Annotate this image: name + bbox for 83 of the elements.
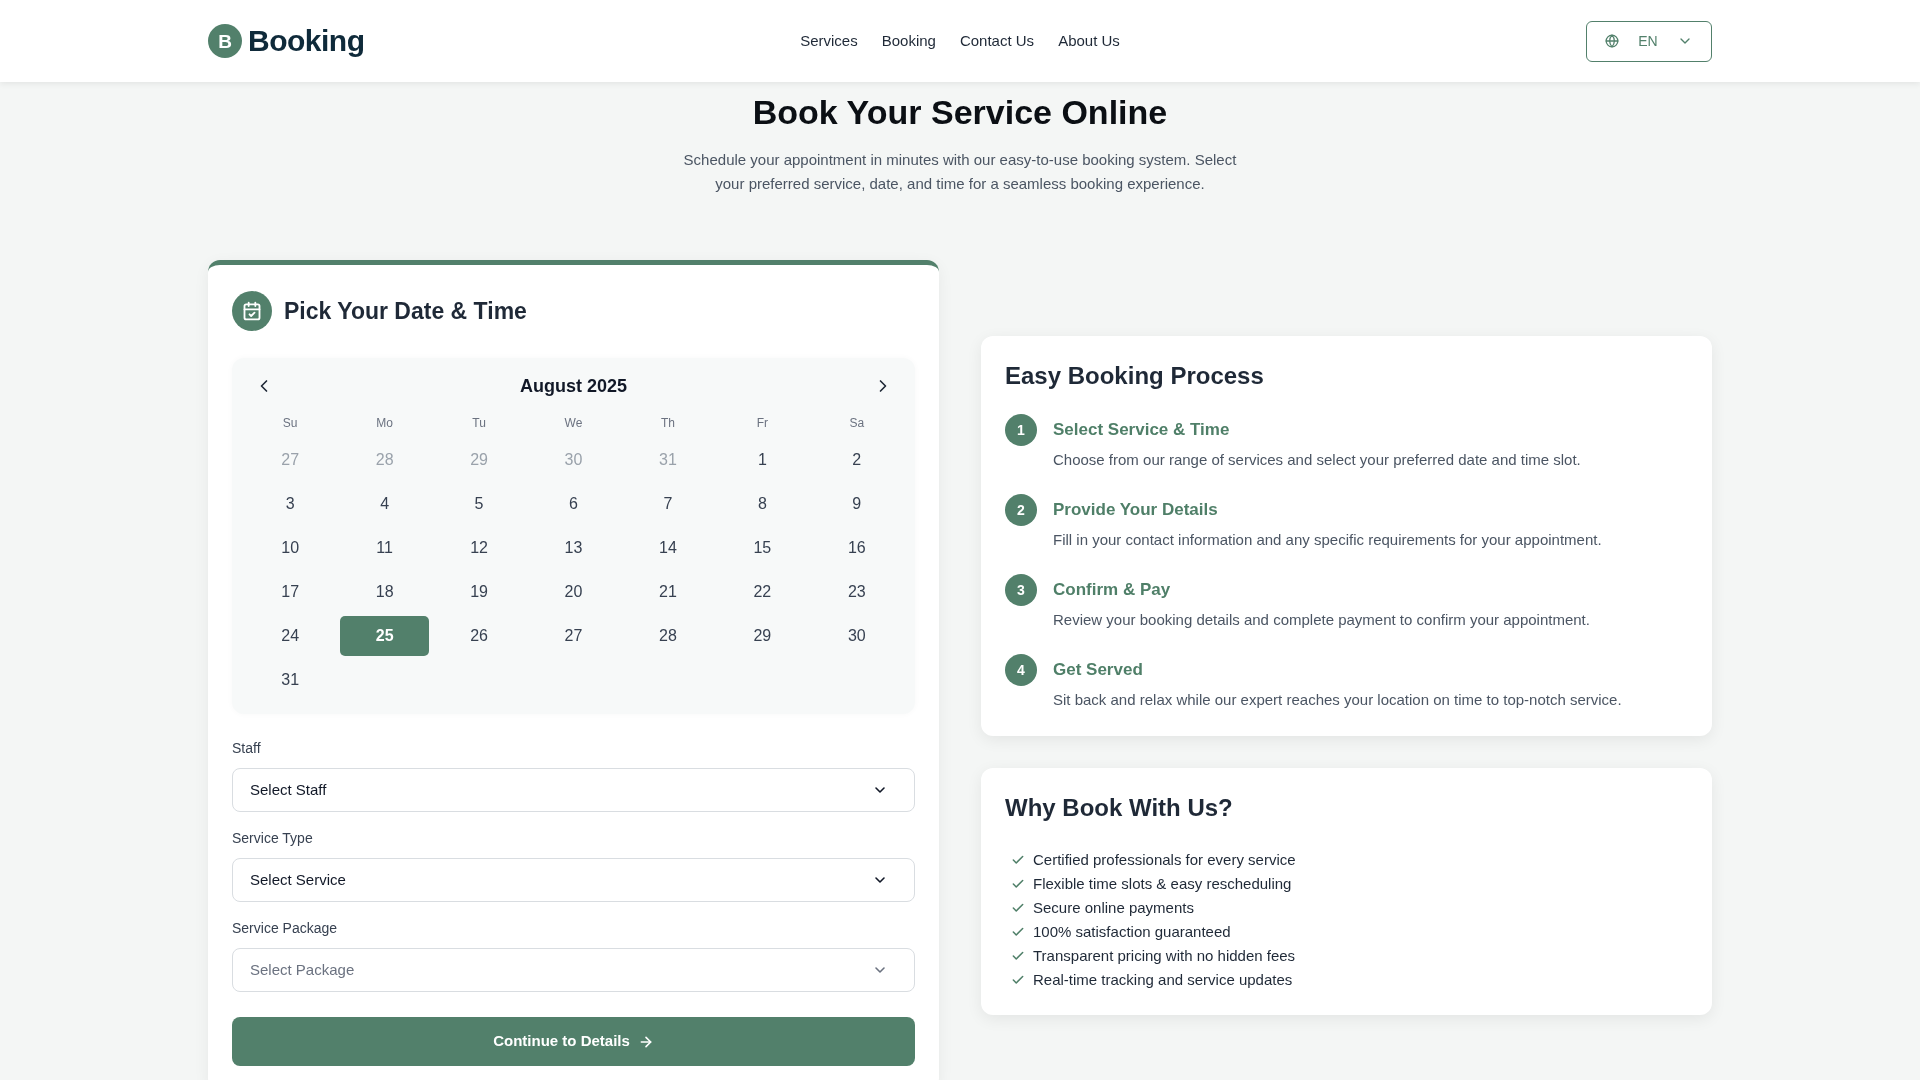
calendar-day[interactable]: 16 xyxy=(812,528,901,568)
calendar-day[interactable]: 11 xyxy=(340,528,429,568)
calendar-day[interactable]: 20 xyxy=(529,572,618,612)
calendar-day[interactable]: 17 xyxy=(246,572,335,612)
select-field[interactable]: Select Service xyxy=(232,858,915,902)
check-icon xyxy=(1011,901,1025,915)
field-label: Service Type xyxy=(232,829,314,848)
step-title: Provide Your Details xyxy=(1053,499,1219,521)
page-subtitle: Schedule your appointment in minutes with our easy-to-use booking system. Select your preferred service, date, and time for a seamless booking experience. xyxy=(682,150,1238,194)
calendar-day[interactable]: 2 xyxy=(812,440,901,480)
benefit-text: Certified professionals for every service xyxy=(1033,850,1296,870)
calendar-day[interactable]: 4 xyxy=(340,484,429,524)
step-number: 2 xyxy=(1005,494,1037,526)
weekday-label: Sa xyxy=(848,415,866,432)
calendar-day[interactable]: 29 xyxy=(718,616,807,656)
calendar-day[interactable]: 7 xyxy=(623,484,713,524)
logo-mark: B xyxy=(208,24,242,58)
page-title: Book Your Service Online xyxy=(752,92,1168,133)
check-icon xyxy=(1011,877,1025,891)
nav-link[interactable]: Booking xyxy=(881,29,936,53)
check-icon xyxy=(1011,973,1025,987)
nav-link[interactable]: About Us xyxy=(1058,29,1120,53)
calendar-day[interactable]: 22 xyxy=(718,572,807,612)
weekday-label: Th xyxy=(659,415,676,432)
continue-button[interactable]: Continue to Details xyxy=(232,1017,915,1066)
calendar-day[interactable]: 13 xyxy=(529,528,618,568)
weekday-label: Tu xyxy=(471,415,487,432)
check-icon xyxy=(1011,949,1025,963)
check-icon xyxy=(1011,925,1025,939)
calendar-day[interactable]: 27 xyxy=(529,616,618,656)
calendar-day[interactable]: 14 xyxy=(623,528,713,568)
weekday-label: Su xyxy=(281,415,299,432)
benefit-text: Secure online payments xyxy=(1033,898,1194,918)
nav-link[interactable]: Contact Us xyxy=(959,29,1035,53)
calendar-day[interactable]: 12 xyxy=(434,528,524,568)
calendar-day[interactable]: 6 xyxy=(529,484,618,524)
benefit-text: 100% satisfaction guaranteed xyxy=(1033,922,1231,942)
field-label: Service Package xyxy=(232,919,339,938)
calendar-day[interactable]: 5 xyxy=(434,484,524,524)
step-title: Confirm & Pay xyxy=(1053,579,1172,601)
step-number: 3 xyxy=(1005,574,1037,606)
calendar-day[interactable]: 31 xyxy=(246,660,335,700)
step-number: 4 xyxy=(1005,654,1037,686)
calendar-day[interactable]: 24 xyxy=(246,616,335,656)
calendar-month: August 2025 xyxy=(519,374,627,398)
card-title: Easy Booking Process xyxy=(1005,361,1265,391)
calendar-day[interactable]: 21 xyxy=(623,572,713,612)
field-label: Staff xyxy=(232,739,262,758)
nav-link[interactable]: Services xyxy=(800,29,858,53)
weekday-label: We xyxy=(563,415,584,432)
step-description: Sit back and relax while our expert reaches your location on time to top-notch service. xyxy=(1053,690,1622,710)
benefit-text: Transparent pricing with no hidden fees xyxy=(1033,946,1296,966)
benefit-text: Flexible time slots & easy rescheduling xyxy=(1033,874,1292,894)
step-title: Get Served xyxy=(1053,659,1144,681)
step-title: Select Service & Time xyxy=(1053,419,1231,441)
logo-text: Booking xyxy=(248,23,365,59)
calendar-day[interactable]: 25 xyxy=(340,616,429,656)
globe-icon xyxy=(1605,34,1619,48)
calendar-day[interactable]: 10 xyxy=(246,528,335,568)
card-title: Pick Your Date & Time xyxy=(284,296,527,326)
benefit-text: Real-time tracking and service updates xyxy=(1033,970,1293,990)
step-description: Review your booking details and complete payment to confirm your appointment. xyxy=(1053,610,1590,630)
card-title: Why Book With Us? xyxy=(1005,793,1234,823)
calendar-day[interactable]: 30 xyxy=(812,616,901,656)
calendar-day[interactable]: 19 xyxy=(434,572,524,612)
calendar-day[interactable]: 1 xyxy=(718,440,807,480)
calendar-day[interactable]: 23 xyxy=(812,572,901,612)
calendar-day[interactable]: 26 xyxy=(434,616,524,656)
step-number: 1 xyxy=(1005,414,1037,446)
step-description: Fill in your contact information and any specific requirements for your appointment. xyxy=(1053,530,1602,550)
step-description: Choose from our range of services and select your preferred date and time slot. xyxy=(1053,450,1581,470)
check-icon xyxy=(1011,853,1025,867)
calendar-day[interactable]: 9 xyxy=(812,484,901,524)
calendar-day[interactable]: 15 xyxy=(718,528,807,568)
select-field[interactable]: Select Staff xyxy=(232,768,915,812)
weekday-label: Fr xyxy=(755,415,769,432)
calendar-day[interactable]: 18 xyxy=(340,572,429,612)
calendar-day[interactable]: 3 xyxy=(246,484,335,524)
calendar-day[interactable]: 8 xyxy=(718,484,807,524)
calendar-icon xyxy=(232,291,272,331)
calendar-day[interactable]: 28 xyxy=(623,616,713,656)
weekday-label: Mo xyxy=(375,415,394,432)
language-selector[interactable]: EN xyxy=(1586,20,1712,62)
